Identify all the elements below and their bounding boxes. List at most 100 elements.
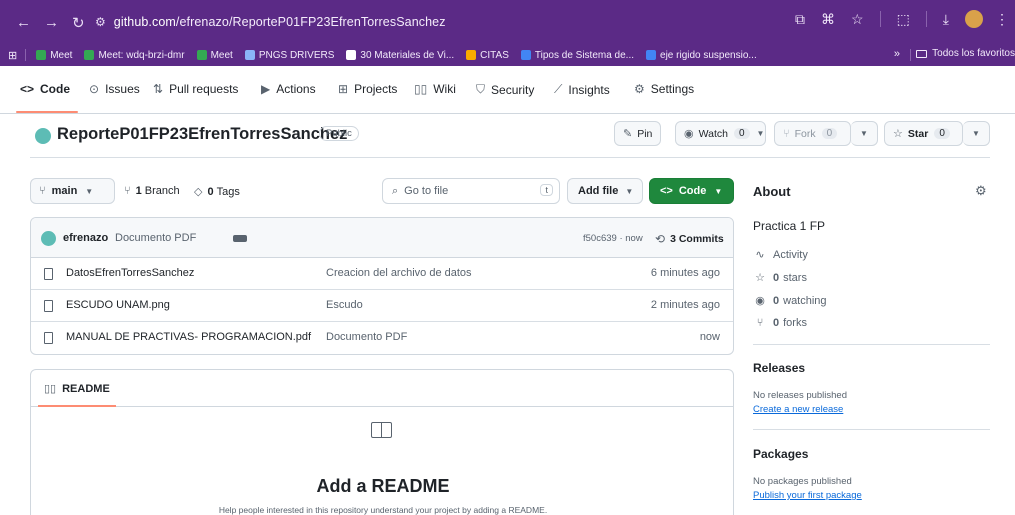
bookmark-favicon-icon xyxy=(196,50,207,60)
file-name-link[interactable]: MANUAL DE PRACTIVAS- PROGRAMACION.pdf xyxy=(66,331,311,343)
latest-commit-row: efrenazo Documento PDF f50c639 · now ⟲ 3 … xyxy=(31,218,733,258)
activity-link[interactable]: ∿ Activity xyxy=(753,248,807,262)
profile-avatar[interactable] xyxy=(965,10,983,28)
tab-wiki[interactable]: ▯▯ Wiki xyxy=(414,82,456,96)
extensions-icon[interactable]: ⬚ xyxy=(897,11,910,28)
tab-label: Actions xyxy=(276,82,316,96)
watch-count: 0 xyxy=(733,128,750,139)
tab-security[interactable]: ⛉ Security xyxy=(476,82,534,97)
commits-link[interactable]: ⟲ 3 Commits xyxy=(655,232,724,246)
tab-code[interactable]: <> Code xyxy=(20,82,70,96)
tag-icon: ◇ xyxy=(194,186,203,198)
download-icon[interactable]: ⤓ xyxy=(943,11,949,28)
tab-issues[interactable]: ⊙ Issues xyxy=(89,82,140,96)
bookmark-favicon-icon xyxy=(244,50,255,60)
reload-icon[interactable]: ↻ xyxy=(72,14,85,32)
star-button[interactable]: ☆ Star 0 xyxy=(884,121,963,146)
repo-name[interactable]: ReporteP01FP23EfrenTorresSanchez xyxy=(57,125,347,144)
forks-count: 0 xyxy=(773,317,780,329)
packages-heading[interactable]: Packages xyxy=(753,447,808,461)
tags-count: 0 xyxy=(207,185,214,198)
bookmark-item[interactable]: CITAS xyxy=(466,50,509,61)
tab-projects[interactable]: ⊞ Projects xyxy=(338,82,397,96)
file-commit-message[interactable]: Documento PDF xyxy=(326,331,407,343)
apps-grid-icon[interactable]: ⊞ xyxy=(8,49,17,62)
tab-pull-requests[interactable]: ⇅ Pull requests xyxy=(153,82,238,96)
stars-link[interactable]: ☆ 0 stars xyxy=(753,271,807,285)
forward-arrow-icon[interactable]: → xyxy=(44,14,59,31)
bookmark-item[interactable]: PNGS DRIVERS xyxy=(244,49,335,61)
bookmark-label: Meet: wdq-brzi-dmr xyxy=(98,49,185,61)
tab-label: Wiki xyxy=(433,82,456,96)
tab-settings[interactable]: ⚙ Settings xyxy=(634,82,694,96)
translate-icon[interactable]: ⌘ xyxy=(821,11,835,28)
fork-icon: ⑂ xyxy=(783,127,790,140)
bookmark-item[interactable]: eje rigido suspensio... xyxy=(646,50,757,61)
tab-actions[interactable]: ▶ Actions xyxy=(261,82,316,96)
readme-tab[interactable]: ▯▯ README xyxy=(44,382,110,396)
star-options-button[interactable]: ▼ xyxy=(963,121,990,146)
watch-button[interactable]: ◉ Watch 0 ▼ xyxy=(675,121,766,146)
folder-icon xyxy=(916,49,928,58)
address-bar[interactable]: ⚙ github.com/efrenazo/ReporteP01FP23Efre… xyxy=(95,8,795,36)
stars-count: 0 xyxy=(773,271,780,284)
search-icon: ⌕ xyxy=(392,184,399,197)
tags-link[interactable]: ◇ 0 Tags xyxy=(194,185,240,199)
commit-time: now xyxy=(625,233,643,244)
fork-button[interactable]: ⑂ Fork 0 xyxy=(774,121,851,146)
kebab-menu-icon[interactable]: ⋮ xyxy=(995,11,1009,28)
go-to-file-input[interactable]: ⌕ Go to file t xyxy=(382,178,560,204)
forks-link[interactable]: ⑂ 0 forks xyxy=(753,317,807,329)
bookmark-item[interactable]: Meet: wdq-brzi-dmr xyxy=(84,49,185,61)
commits-count: 3 xyxy=(670,233,676,245)
install-app-icon[interactable]: ⧉ xyxy=(795,11,805,28)
ellipsis-icon[interactable] xyxy=(233,235,247,242)
branches-count: 1 xyxy=(135,185,142,197)
bookmark-item[interactable]: Meet xyxy=(36,50,72,61)
pin-button[interactable]: ✎ Pin xyxy=(614,121,662,146)
commit-hash-time[interactable]: f50c639 · now xyxy=(583,233,643,244)
code-button[interactable]: <> Code ▼ xyxy=(649,178,734,204)
fork-options-button[interactable]: ▼ xyxy=(851,121,878,146)
readme-tab-label: README xyxy=(62,382,110,395)
branch-select-button[interactable]: ⑂ main ▼ xyxy=(30,178,115,204)
branches-link[interactable]: ⑂ 1 Branch xyxy=(124,185,180,197)
all-bookmarks-label: Todos los favoritos xyxy=(932,48,1015,59)
bookmark-item[interactable]: 30 Materiales de Vi... xyxy=(346,50,454,61)
bookmark-item[interactable]: Tipos de Sistema de... xyxy=(520,50,634,61)
bookmark-favicon-icon xyxy=(466,50,477,60)
browser-toolbar: ← → ↻ ⚙ github.com/efrenazo/ReporteP01FP… xyxy=(0,0,1015,44)
file-name-link[interactable]: ESCUDO UNAM.png xyxy=(66,299,170,311)
gear-icon[interactable]: ⚙ xyxy=(975,183,987,199)
create-release-link[interactable]: Create a new release xyxy=(753,404,843,415)
file-name-link[interactable]: DatosEfrenTorresSanchez xyxy=(66,267,194,279)
chevron-down-icon: ▼ xyxy=(756,129,765,138)
table-icon: ⊞ xyxy=(338,82,349,96)
back-arrow-icon[interactable]: ← xyxy=(16,14,31,31)
site-settings-icon[interactable]: ⚙ xyxy=(95,15,106,29)
add-file-button[interactable]: Add file ▼ xyxy=(567,178,643,204)
chevron-down-icon: ▼ xyxy=(714,186,723,196)
commit-author[interactable]: efrenazo xyxy=(63,232,108,244)
file-commit-message[interactable]: Creacion del archivo de datos xyxy=(326,267,472,279)
bookmark-item[interactable]: Meet xyxy=(196,50,233,61)
owner-avatar[interactable] xyxy=(35,128,51,144)
tab-insights[interactable]: ⟋ Insights xyxy=(554,82,610,97)
pin-label: Pin xyxy=(637,127,653,140)
publish-package-link[interactable]: Publish your first package xyxy=(753,490,862,501)
bookmark-favicon-icon xyxy=(520,50,531,60)
file-commit-message[interactable]: Escudo xyxy=(326,299,363,311)
pull-request-icon: ⇅ xyxy=(153,82,164,96)
commit-author-avatar[interactable] xyxy=(41,231,56,246)
all-bookmarks-button[interactable]: Todos los favoritos xyxy=(916,48,1015,59)
more-bookmarks-button[interactable]: » xyxy=(894,48,900,60)
commit-message[interactable]: Documento PDF xyxy=(115,232,196,244)
shield-icon: ⛉ xyxy=(476,82,486,96)
bookmark-label: Meet xyxy=(50,49,73,61)
watching-link[interactable]: ◉ 0 watching xyxy=(753,294,826,308)
releases-heading[interactable]: Releases xyxy=(753,361,805,375)
bookmark-label: PNGS DRIVERS xyxy=(258,49,335,61)
bookmark-favicon-icon xyxy=(346,50,357,60)
url-text: github.com/efrenazo/ReporteP01FP23EfrenT… xyxy=(113,15,446,29)
bookmark-star-icon[interactable]: ☆ xyxy=(851,11,864,28)
